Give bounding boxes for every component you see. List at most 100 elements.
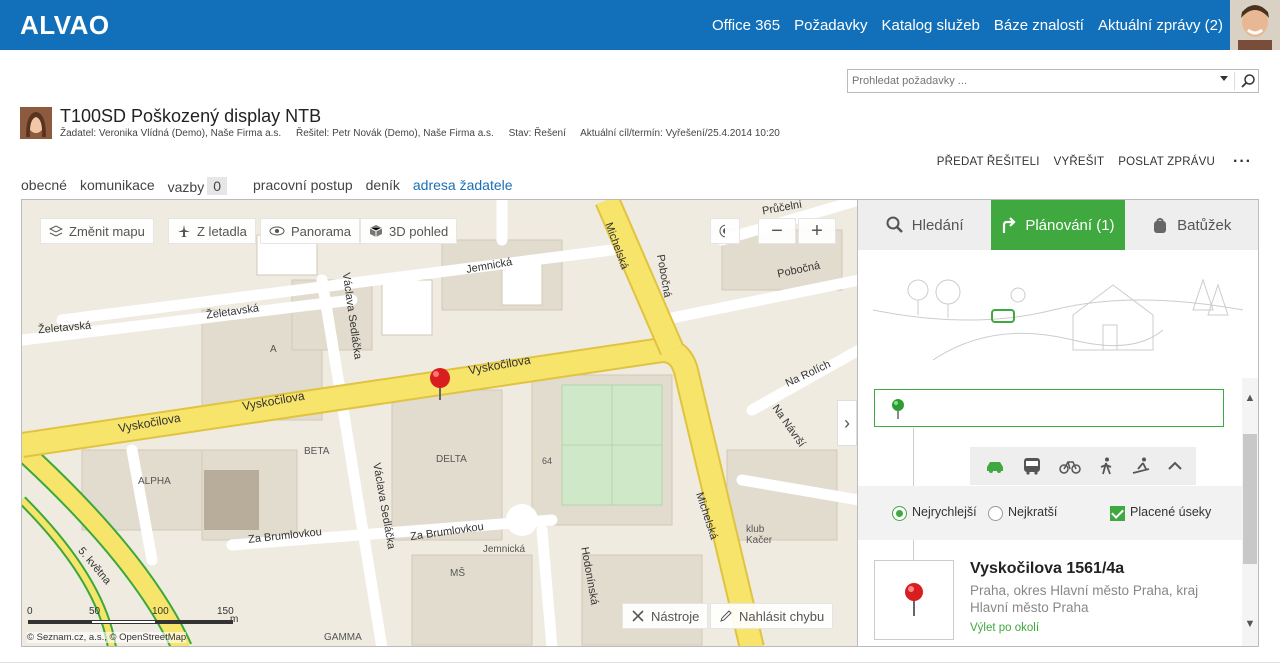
- bus-icon[interactable]: [1022, 457, 1042, 475]
- paid-checkbox: [1110, 505, 1125, 521]
- bicycle-icon[interactable]: [1058, 458, 1081, 474]
- report-error-label: Nahlásit chybu: [739, 608, 825, 624]
- backpack-icon: [1154, 218, 1167, 233]
- top-bar: ALVAO Office 365 Požadavky Katalog služe…: [0, 0, 1280, 50]
- threed-button[interactable]: 3D pohled: [360, 218, 458, 244]
- walking-icon[interactable]: [1098, 457, 1114, 475]
- trip-around-link[interactable]: Výlet po okolí: [970, 622, 1039, 634]
- tab-log[interactable]: deník: [366, 177, 400, 195]
- tab-search[interactable]: Hledání: [858, 200, 991, 250]
- status-label: Stav: Řešení: [508, 128, 566, 139]
- zoom-in-button[interactable]: +: [798, 218, 836, 244]
- tab-planning[interactable]: Plánování (1): [991, 200, 1125, 250]
- tab-backpack[interactable]: Batůžek: [1125, 200, 1258, 250]
- nav-office365[interactable]: Office 365: [712, 17, 780, 34]
- scroll-up-icon[interactable]: ▲: [1242, 388, 1258, 408]
- user-avatar-icon: [1230, 0, 1280, 50]
- change-map-button[interactable]: Změnit mapu: [40, 218, 154, 244]
- car-icon[interactable]: [985, 459, 1005, 473]
- tab-links-label: vazby: [167, 179, 205, 195]
- report-error-button[interactable]: Nahlásit chybu: [710, 603, 834, 629]
- top-navigation: Office 365 Požadavky Katalog služeb Báze…: [698, 0, 1223, 50]
- fastest-label: Nejrychlejší: [912, 505, 977, 520]
- resolve-button[interactable]: VYŘEŠIT: [1054, 156, 1105, 168]
- tab-backpack-label: Batůžek: [1177, 216, 1232, 234]
- search-dropdown-icon[interactable]: [1220, 76, 1228, 81]
- transport-modes: [970, 447, 1196, 485]
- requester-photo-icon: [20, 107, 52, 139]
- route-panel: Hledání Plánování (1) Batůžek Nejrychlej…: [858, 199, 1259, 647]
- result-subtitle: Praha, okres Hlavní město Praha, kraj Hl…: [970, 583, 1199, 615]
- shortest-label: Nejkratší: [1008, 505, 1058, 520]
- panel-scrollbar[interactable]: ▲ ▼: [1242, 378, 1258, 646]
- scale-tick: 50: [89, 606, 101, 617]
- tab-search-label: Hledání: [911, 216, 964, 234]
- place-label: 64: [542, 456, 553, 466]
- aerial-label: Z letadla: [197, 223, 247, 239]
- place-label: ALPHA: [138, 476, 171, 487]
- map-copyright: © Seznam.cz, a.s., © OpenStreetMap: [27, 632, 187, 643]
- place-label: GAMMA: [324, 632, 362, 643]
- result-thumbnail: [874, 560, 954, 640]
- solver-label: Řešitel: Petr Novák (Demo), Naše Firma a…: [295, 128, 494, 139]
- requester-label: Žadatel: Veronika Vlídná (Demo), Naše Fi…: [60, 128, 282, 139]
- place-label: A: [270, 344, 277, 355]
- panorama-button[interactable]: Panorama: [260, 218, 360, 244]
- zoom-out-button[interactable]: −: [758, 218, 796, 244]
- option-paid-sections[interactable]: Placené úseky: [1110, 505, 1212, 521]
- map-view[interactable]: Vyskočilova Vyskočilova Vyskočilova Mich…: [21, 199, 858, 647]
- route-start-input[interactable]: [874, 389, 1224, 427]
- alvao-logo[interactable]: ALVAO: [20, 10, 110, 41]
- search-separator: [1234, 72, 1235, 90]
- tools-button[interactable]: Nástroje: [622, 603, 709, 629]
- send-message-button[interactable]: POSLAT ZPRÁVU: [1118, 156, 1215, 168]
- route-illustration: [873, 278, 1243, 360]
- eye-icon: [269, 226, 285, 236]
- request-title: T100SD Poškozený display NTB: [60, 106, 322, 126]
- scrollbar-thumb[interactable]: [1243, 434, 1257, 564]
- bottom-divider: [0, 662, 1280, 663]
- skiing-icon[interactable]: [1131, 457, 1151, 475]
- place-label: Jemnická: [482, 544, 526, 555]
- change-map-label: Změnit mapu: [69, 223, 145, 239]
- search-input[interactable]: [852, 72, 1212, 90]
- airplane-icon: [178, 225, 190, 237]
- locate-button[interactable]: [710, 218, 740, 244]
- tab-workflow[interactable]: pracovní postup: [253, 177, 353, 195]
- search-icon[interactable]: [1240, 73, 1256, 89]
- layers-icon: [49, 225, 63, 237]
- forward-button[interactable]: PŘEDAT ŘEŠITELI: [937, 156, 1040, 168]
- user-avatar[interactable]: [1230, 0, 1280, 50]
- nav-knowledge-base[interactable]: Báze znalostí: [994, 17, 1084, 34]
- tab-communication[interactable]: komunikace: [80, 177, 155, 195]
- option-shortest[interactable]: Nejkratší: [988, 505, 1058, 521]
- route-timeline: [913, 428, 914, 486]
- more-actions-button[interactable]: ···: [1233, 153, 1252, 171]
- place-label: klub Kačer: [746, 524, 773, 546]
- tools-label: Nástroje: [651, 608, 700, 624]
- chevron-up-icon[interactable]: [1167, 461, 1182, 471]
- pencil-icon: [720, 610, 732, 622]
- links-count-badge: 0: [207, 177, 228, 195]
- nav-service-catalog[interactable]: Katalog služeb: [881, 17, 979, 34]
- scroll-down-icon[interactable]: ▼: [1242, 614, 1258, 634]
- location-result[interactable]: Vyskočilova 1561/4a Praha, okres Hlavní …: [858, 550, 1242, 646]
- panorama-label: Panorama: [291, 223, 351, 239]
- paid-label: Placené úseky: [1130, 505, 1212, 520]
- search-icon: [886, 216, 903, 233]
- option-fastest[interactable]: Nejrychlejší: [892, 505, 977, 521]
- scale-tick: 0: [27, 606, 33, 617]
- red-pin-icon: [905, 583, 923, 616]
- tools-icon: [632, 610, 644, 622]
- threed-label: 3D pohled: [389, 223, 449, 239]
- tab-planning-label: Plánování (1): [1025, 216, 1115, 234]
- collapse-panel-button[interactable]: ›: [837, 400, 857, 446]
- requester-avatar: [20, 107, 52, 139]
- tab-general[interactable]: obecné: [21, 177, 67, 195]
- aerial-button[interactable]: Z letadla: [168, 218, 256, 244]
- nav-news[interactable]: Aktuální zprávy (2): [1098, 17, 1223, 34]
- tab-requester-address[interactable]: adresa žadatele: [413, 177, 513, 195]
- nav-requests[interactable]: Požadavky: [794, 17, 867, 34]
- fastest-radio: [892, 505, 907, 521]
- tab-links[interactable]: vazby 0: [168, 177, 240, 195]
